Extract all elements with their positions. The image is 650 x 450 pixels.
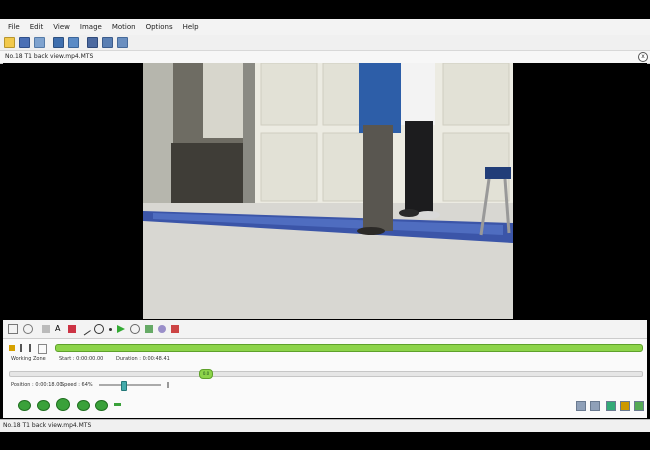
video-frame [143,63,513,319]
file-tab-title: No.18 T1 back view.mp4.MTS [5,53,94,60]
menu-help[interactable]: Help [183,23,199,31]
working-zone-track[interactable] [55,344,643,352]
view-single-icon[interactable] [53,37,64,48]
working-zone-bracket-right[interactable] [29,344,31,352]
menu-options[interactable]: Options [146,23,173,31]
pencil-icon[interactable] [68,325,76,333]
speed-end-mark [167,382,169,388]
working-zone-bracket-left[interactable] [20,344,22,352]
circle-icon[interactable] [94,324,104,334]
view-dual-icon[interactable] [68,37,79,48]
timeline-track[interactable] [9,371,643,377]
timeline-marker-label: 0.0 [202,371,210,376]
menu-image[interactable]: Image [80,23,102,31]
text-icon[interactable]: A [55,325,63,333]
menu-view[interactable]: View [53,23,70,31]
snapshot-icon[interactable] [576,401,586,411]
menu-bar: File Edit View Image Motion Options Help [0,19,650,35]
export-icon[interactable] [34,37,45,48]
angle-icon[interactable] [130,324,140,334]
working-zone-duration: Duration : 0:00:48.41 [116,356,170,362]
video-frame-image [143,63,513,319]
loop-arrow-icon[interactable] [114,403,121,406]
working-zone-reset[interactable] [38,344,47,354]
menu-edit[interactable]: Edit [30,23,44,31]
close-icon[interactable]: x [638,52,648,62]
export-video-icon[interactable] [590,401,600,411]
open-icon[interactable] [4,37,15,48]
compare-icon[interactable] [102,37,113,48]
speed-slider-thumb[interactable] [121,381,127,391]
arrow-icon[interactable] [117,325,125,333]
magnifier-icon[interactable] [158,325,166,333]
analysis-icon[interactable] [117,37,128,48]
speed-label: Speed : 64% [61,382,93,388]
last-frame-button[interactable] [95,400,108,411]
timeline-marker[interactable]: 0.0 [199,369,213,379]
grid-icon[interactable] [87,37,98,48]
status-bar: No.18 T1 back view.mp4.MTS [0,419,650,432]
working-zone-start-icon[interactable] [9,345,15,351]
working-zone-start: Start : 0:00:00.00 [59,356,104,362]
play-button[interactable] [56,398,70,411]
line-icon[interactable] [79,323,91,335]
position-label: Position : 0:00:18.00 [11,382,63,388]
menu-file[interactable]: File [8,23,20,31]
first-frame-button[interactable] [18,400,31,411]
main-toolbar [0,35,650,51]
speed-slider-track[interactable] [99,384,161,386]
track-icon[interactable] [171,325,179,333]
chrono-icon[interactable] [145,325,153,333]
compare-mode-icon[interactable] [606,401,616,411]
save-frame-icon[interactable] [620,401,630,411]
working-zone-label: Working Zone [11,356,46,362]
save-icon[interactable] [19,37,30,48]
video-viewport[interactable] [3,63,647,319]
drawing-toolbar: A [3,320,647,339]
pointer-icon[interactable] [8,324,18,334]
hand-icon[interactable] [23,324,33,334]
menu-motion[interactable]: Motion [112,23,136,31]
point-icon[interactable] [109,327,112,331]
previous-frame-button[interactable] [37,400,50,411]
status-text: No.18 T1 back view.mp4.MTS [3,422,92,429]
settings-icon[interactable] [634,401,644,411]
note-icon[interactable] [42,325,50,333]
next-frame-button[interactable] [77,400,90,411]
